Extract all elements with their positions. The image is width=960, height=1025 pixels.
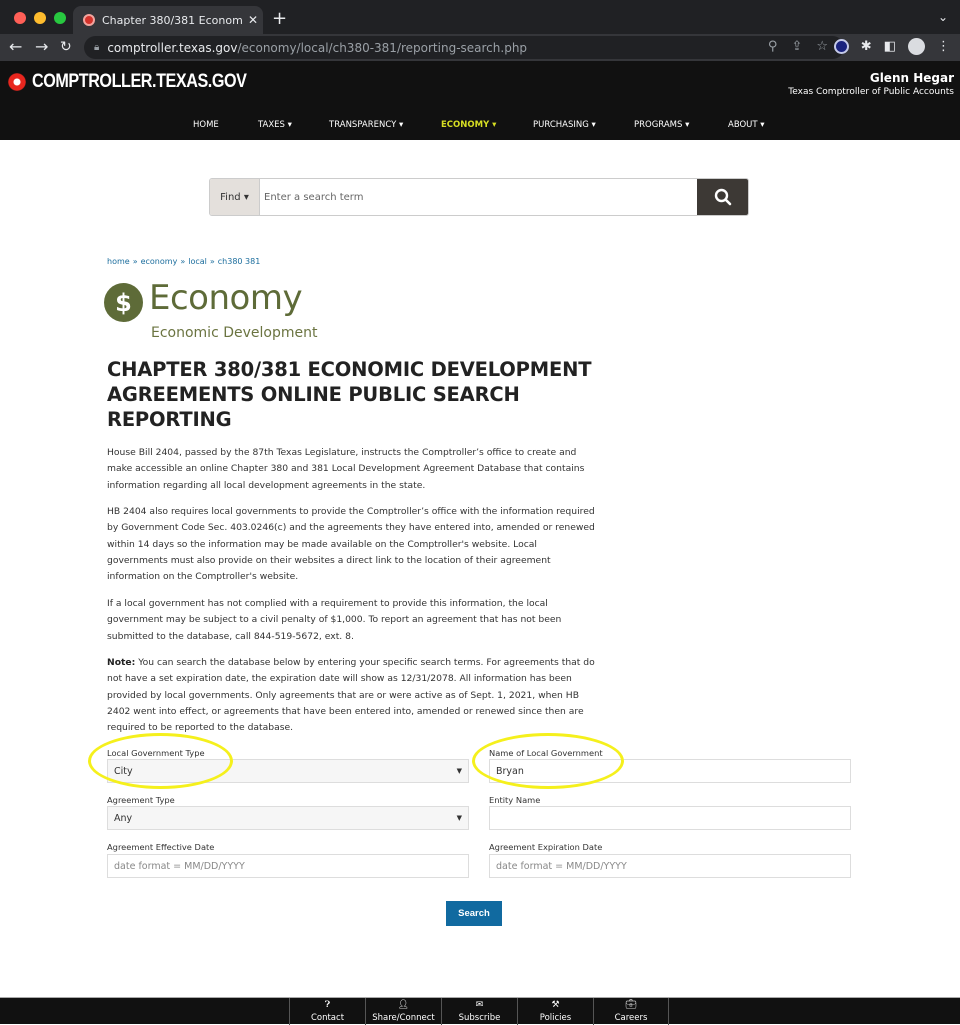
footer-contact[interactable]: ❓︎ Contact bbox=[289, 998, 365, 1025]
agreement-type-label: Agreement Type bbox=[107, 795, 175, 805]
official-info: Glenn Hegar Texas Comptroller of Public … bbox=[788, 71, 954, 97]
effective-date-field[interactable] bbox=[107, 854, 469, 878]
footer-careers[interactable]: 💼︎ Careers bbox=[593, 998, 669, 1025]
effective-date-input[interactable] bbox=[114, 860, 468, 872]
site-header: COMPTROLLER.TEXAS.GOV Glenn Hegar Texas … bbox=[0, 61, 960, 140]
footer-policies[interactable]: ⚒ Policies bbox=[517, 998, 593, 1025]
footer-subscribe[interactable]: ✉ Subscribe bbox=[441, 998, 517, 1025]
site-logo[interactable]: COMPTROLLER.TEXAS.GOV bbox=[8, 71, 284, 93]
url-path: /economy/local/ch380-381/reporting-searc… bbox=[237, 40, 528, 55]
agreement-type-value: Any bbox=[114, 812, 133, 824]
local-gov-type-label: Local Government Type bbox=[107, 748, 205, 758]
maximize-window-button[interactable] bbox=[54, 12, 66, 24]
breadcrumb-home[interactable]: home bbox=[107, 257, 130, 266]
chevron-down-icon[interactable]: ⌄ bbox=[938, 10, 948, 24]
expiration-date-input[interactable] bbox=[496, 860, 850, 872]
search-icon bbox=[714, 188, 731, 206]
address-bar[interactable]: 🔒︎ comptroller.texas.gov /economy/local/… bbox=[84, 36, 844, 59]
dollar-icon: $ bbox=[104, 283, 143, 322]
extension-icon[interactable] bbox=[833, 39, 849, 54]
search-input[interactable] bbox=[260, 179, 697, 215]
official-title: Texas Comptroller of Public Accounts bbox=[788, 87, 954, 97]
effective-date-label: Agreement Effective Date bbox=[107, 842, 215, 852]
entity-name-label: Entity Name bbox=[489, 795, 541, 805]
penalty-paragraph: If a local government has not complied w… bbox=[107, 598, 562, 642]
caret-down-icon: ▼ bbox=[456, 814, 462, 822]
puzzle-extensions-icon[interactable]: ✱ bbox=[861, 39, 872, 54]
page-title: CHAPTER 380/381 ECONOMIC DEVELOPMENT AGR… bbox=[107, 358, 592, 431]
requirements-paragraph: HB 2404 also requires local governments … bbox=[107, 506, 595, 583]
search-submit-button[interactable]: Search bbox=[446, 901, 502, 926]
local-gov-type-select[interactable]: City ▼ bbox=[107, 759, 469, 783]
nav-about[interactable]: ABOUT ▾ bbox=[728, 120, 765, 130]
reload-icon[interactable]: ↻ bbox=[60, 38, 72, 56]
nav-economy[interactable]: ECONOMY ▾ bbox=[441, 120, 496, 130]
kebab-menu-icon[interactable]: ⋮ bbox=[937, 39, 950, 54]
bookmark-star-icon[interactable]: ☆ bbox=[816, 39, 828, 54]
breadcrumb: home» economy» local» ch380 381 bbox=[107, 257, 261, 266]
section-subtitle: Economic Development bbox=[151, 325, 318, 341]
zoom-icon[interactable]: ⚲ bbox=[768, 39, 778, 54]
local-gov-name-field[interactable] bbox=[489, 759, 851, 783]
side-panel-icon[interactable]: ◧ bbox=[884, 39, 896, 54]
caret-down-icon: ▼ bbox=[456, 767, 462, 775]
gavel-icon: ⚒ bbox=[551, 1000, 560, 1010]
url-host: comptroller.texas.gov bbox=[107, 40, 238, 55]
browser-tab-bar: Chapter 380/381 Economic De ✕ + ⌄ bbox=[0, 0, 960, 34]
breadcrumb-local[interactable]: local bbox=[188, 257, 207, 266]
profile-avatar[interactable] bbox=[908, 38, 925, 55]
lock-icon: 🔒︎ bbox=[94, 42, 100, 53]
envelope-icon: ✉ bbox=[475, 1000, 484, 1010]
minimize-window-button[interactable] bbox=[34, 12, 46, 24]
share-icon[interactable]: ⇪ bbox=[791, 39, 802, 54]
entity-name-input[interactable] bbox=[496, 812, 850, 824]
close-window-button[interactable] bbox=[14, 12, 26, 24]
breadcrumb-economy[interactable]: economy bbox=[141, 257, 178, 266]
nav-purchasing[interactable]: PURCHASING ▾ bbox=[533, 120, 596, 130]
local-gov-name-input[interactable] bbox=[496, 765, 850, 777]
official-name: Glenn Hegar bbox=[869, 71, 954, 85]
expiration-date-field[interactable] bbox=[489, 854, 851, 878]
breadcrumb-ch380-381[interactable]: ch380 381 bbox=[218, 257, 261, 266]
nav-taxes[interactable]: TAXES ▾ bbox=[258, 120, 292, 130]
star-burst-icon bbox=[8, 73, 26, 91]
new-tab-button[interactable]: + bbox=[272, 8, 287, 29]
note-label: Note: bbox=[107, 657, 136, 668]
local-gov-name-label: Name of Local Government bbox=[489, 748, 603, 758]
favicon-icon bbox=[83, 14, 95, 26]
nav-transparency[interactable]: TRANSPARENCY ▾ bbox=[329, 120, 403, 130]
browser-tab[interactable]: Chapter 380/381 Economic De ✕ bbox=[73, 6, 263, 34]
expiration-date-label: Agreement Expiration Date bbox=[489, 842, 603, 852]
find-dropdown[interactable]: Find ▾ bbox=[210, 179, 260, 215]
nav-programs[interactable]: PROGRAMS ▾ bbox=[634, 120, 689, 130]
search-button[interactable] bbox=[697, 179, 748, 215]
entity-name-field[interactable] bbox=[489, 806, 851, 830]
site-search: Find ▾ bbox=[209, 178, 749, 216]
nav-home[interactable]: HOME bbox=[193, 120, 219, 130]
briefcase-icon: 💼︎ bbox=[625, 1000, 637, 1010]
question-circle-icon: ❓︎ bbox=[324, 1000, 331, 1010]
site-footer: ❓︎ Contact 👤︎ Share/Connect ✉ Subscribe … bbox=[0, 997, 960, 1025]
footer-share-connect[interactable]: 👤︎ Share/Connect bbox=[365, 998, 441, 1025]
local-gov-type-value: City bbox=[114, 765, 133, 777]
tab-title: Chapter 380/381 Economic De bbox=[102, 13, 243, 27]
agreement-type-select[interactable]: Any ▼ bbox=[107, 806, 469, 830]
forward-arrow-icon[interactable]: → bbox=[35, 38, 48, 56]
note-text: You can search the database below by ent… bbox=[107, 657, 595, 734]
back-arrow-icon[interactable]: ← bbox=[9, 38, 22, 56]
close-tab-icon[interactable]: ✕ bbox=[243, 13, 263, 27]
browser-toolbar: ← → ↻ 🔒︎ comptroller.texas.gov /economy/… bbox=[0, 34, 960, 61]
user-icon: 👤︎ bbox=[397, 1000, 410, 1010]
intro-paragraph: House Bill 2404, passed by the 87th Texa… bbox=[107, 447, 585, 491]
note-paragraph: Note: You can search the database below … bbox=[107, 655, 599, 736]
section-title: Economy bbox=[149, 278, 303, 318]
